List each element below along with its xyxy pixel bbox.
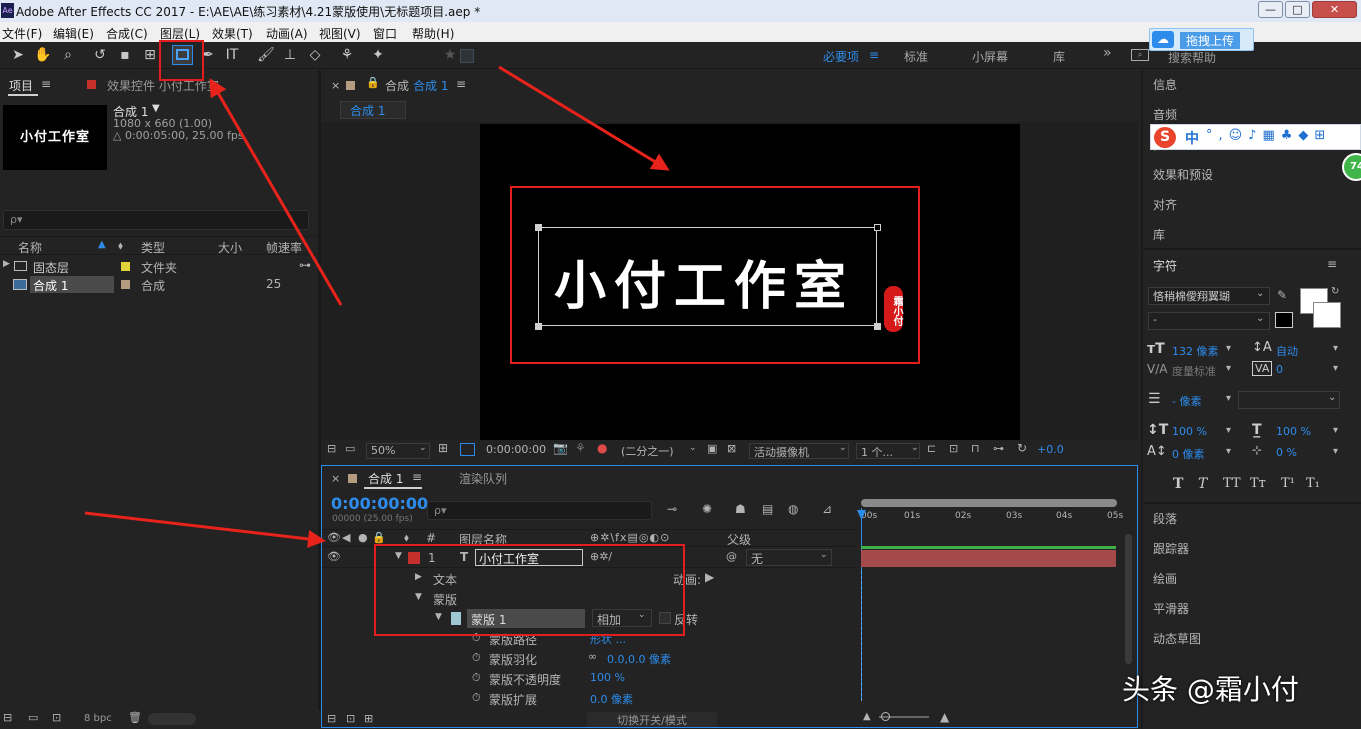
watermark: 头条 @霜小付 — [1122, 673, 1299, 706]
annotation-arrows — [84, 65, 670, 548]
